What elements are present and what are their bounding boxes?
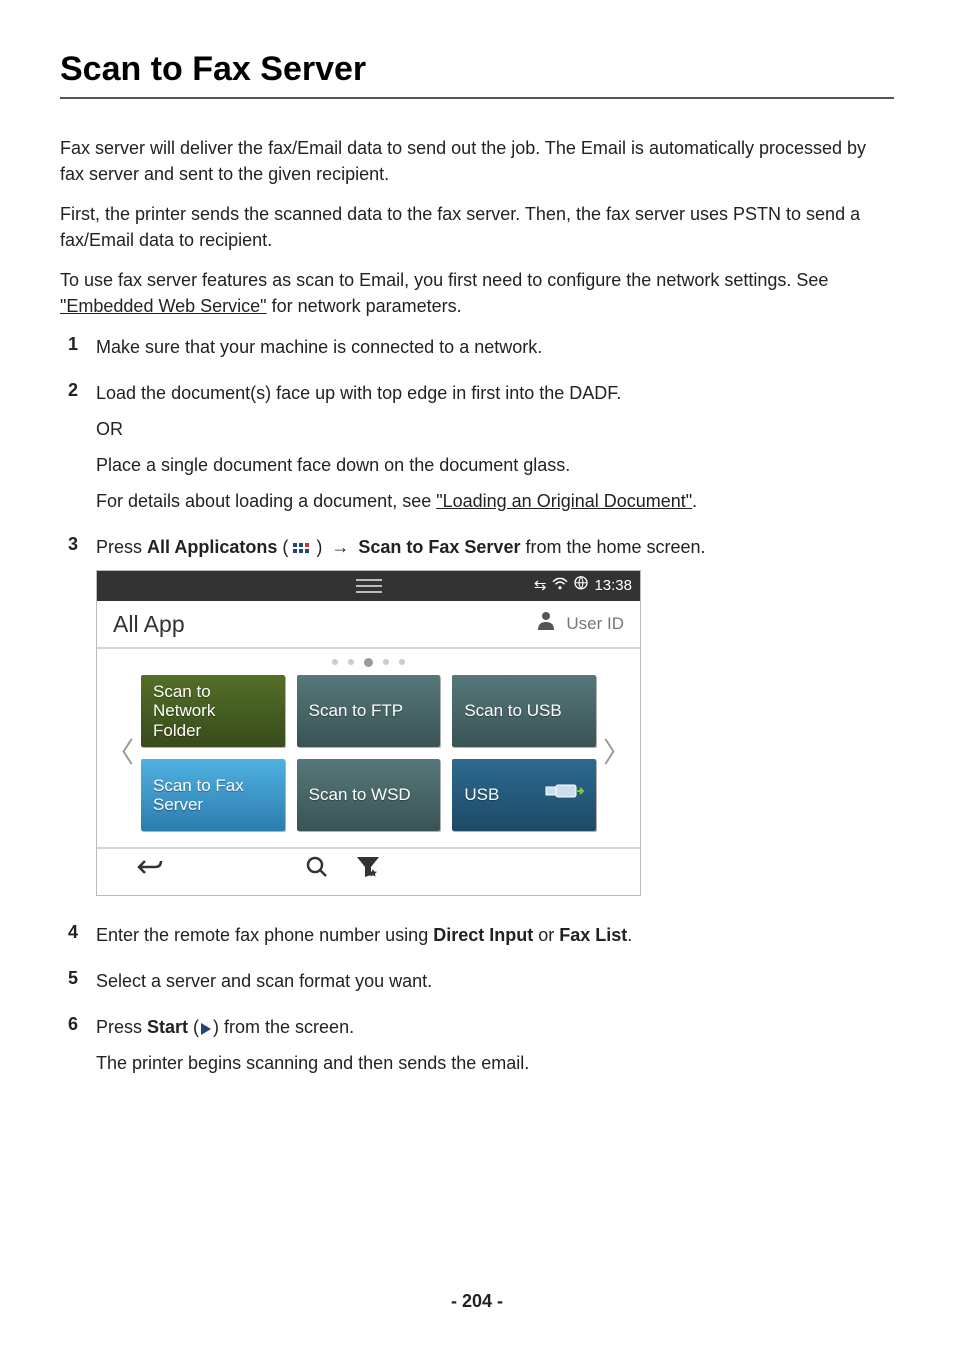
tile-scan-to-usb[interactable]: Scan to USB [452, 675, 596, 747]
step-4: 4 Enter the remote fax phone number usin… [60, 922, 894, 958]
step-2d: For details about loading a document, se… [96, 488, 894, 514]
step-6-follow: The printer begins scanning and then sen… [96, 1050, 894, 1076]
tile-usb[interactable]: USB [452, 759, 596, 831]
step-6-num: 6 [60, 1014, 78, 1086]
search-icon[interactable] [305, 854, 329, 890]
step-4-text: Enter the remote fax phone number using … [96, 922, 894, 948]
usb-icon [544, 781, 584, 809]
page-footer: - 204 - [0, 1291, 954, 1312]
printer-screen: ⇆ 13:38 All App [96, 570, 641, 896]
page-title: Scan to Fax Server [60, 50, 894, 89]
right-arrow-icon: → [331, 534, 349, 560]
step-6: 6 Press Start () from the screen. The pr… [60, 1014, 894, 1086]
step-6-text: Press Start () from the screen. [96, 1014, 894, 1040]
user-icon[interactable] [536, 610, 556, 638]
wifi-icon [552, 575, 568, 598]
user-id-label: User ID [566, 611, 624, 637]
step-5: 5 Select a server and scan format you wa… [60, 968, 894, 1004]
chevron-left-icon[interactable]: 〈 [105, 732, 135, 774]
step-3-text: Press All Applicatons ( ) → Scan to Fax … [96, 534, 894, 560]
step-4-num: 4 [60, 922, 78, 958]
intro-p3: To use fax server features as scan to Em… [60, 267, 894, 319]
step-3-num: 3 [60, 534, 78, 912]
scan-to-fax-server-label: Scan to Fax Server [358, 537, 520, 557]
step-3: 3 Press All Applicatons ( ) → Scan to Fa… [60, 534, 894, 912]
step-1-num: 1 [60, 334, 78, 370]
apps-grid-icon [293, 539, 311, 553]
step-2: 2 Load the document(s) face up with top … [60, 380, 894, 524]
start-label: Start [147, 1017, 188, 1037]
filter-favorite-icon[interactable] [355, 854, 381, 890]
hamburger-icon[interactable] [356, 579, 382, 593]
transfer-icon: ⇆ [534, 575, 547, 598]
step-5-num: 5 [60, 968, 78, 1004]
play-icon [201, 1023, 211, 1035]
intro3-pre: To use fax server features as scan to Em… [60, 270, 828, 290]
step-1-text: Make sure that your machine is connected… [96, 334, 894, 360]
title-rule [60, 97, 894, 99]
page-number: - 204 - [451, 1291, 503, 1311]
tile-scan-to-fax-server[interactable]: Scan to FaxServer [141, 759, 285, 831]
status-bar: ⇆ 13:38 [97, 571, 640, 601]
screen-title-row: All App User ID [97, 601, 640, 649]
globe-icon [574, 575, 588, 598]
tile-scan-to-ftp[interactable]: Scan to FTP [297, 675, 441, 747]
tile-scan-to-network-folder[interactable]: Scan toNetworkFolder [141, 675, 285, 747]
screen-bottom-bar [97, 847, 640, 895]
link-loading-original[interactable]: "Loading an Original Document" [436, 491, 692, 511]
page-dots [97, 649, 640, 675]
tile-scan-to-wsd[interactable]: Scan to WSD [297, 759, 441, 831]
fax-list-label: Fax List [559, 925, 627, 945]
direct-input-label: Direct Input [433, 925, 533, 945]
all-app-title: All App [113, 607, 185, 642]
chevron-right-icon[interactable]: 〉 [602, 732, 632, 774]
intro-p2: First, the printer sends the scanned dat… [60, 201, 894, 253]
back-icon[interactable] [137, 854, 163, 890]
all-applications-label: All Applicatons [147, 537, 277, 557]
intro-p1: Fax server will deliver the fax/Email da… [60, 135, 894, 187]
step-2b: OR [96, 416, 894, 442]
step-5-text: Select a server and scan format you want… [96, 968, 894, 994]
link-embedded-web-service[interactable]: "Embedded Web Service" [60, 296, 267, 316]
status-time: 13:38 [594, 575, 632, 598]
step-2-num: 2 [60, 380, 78, 524]
step-1: 1 Make sure that your machine is connect… [60, 334, 894, 370]
step-2a: Load the document(s) face up with top ed… [96, 380, 894, 406]
step-2c: Place a single document face down on the… [96, 452, 894, 478]
intro3-post: for network parameters. [267, 296, 462, 316]
